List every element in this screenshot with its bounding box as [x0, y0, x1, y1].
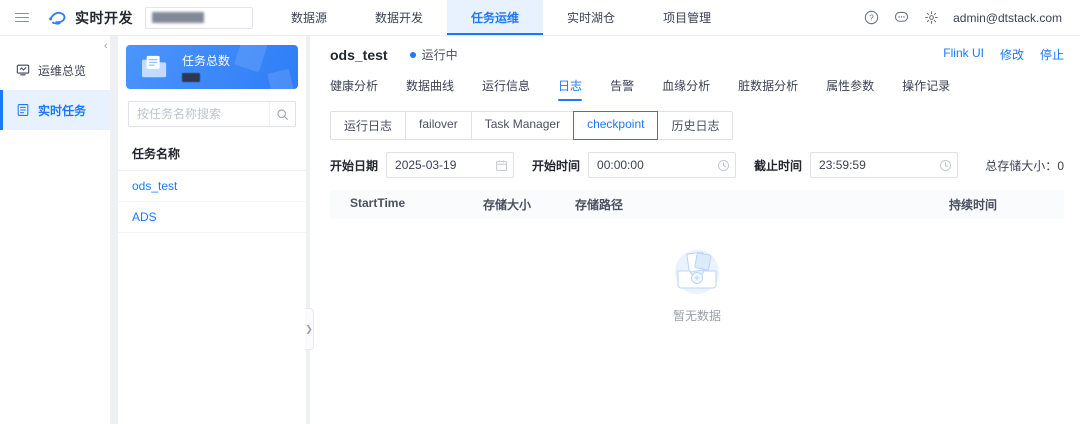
nav-item-task-ops[interactable]: 任务运维: [447, 0, 544, 35]
clock-icon: [933, 159, 957, 172]
task-row-ads[interactable]: ADS: [118, 202, 306, 233]
nav-item-datasource[interactable]: 数据源: [267, 0, 351, 35]
left-sidebar: 运维总览 实时任务: [0, 36, 110, 424]
app-title: 实时开发: [75, 9, 133, 26]
subtab-history-log[interactable]: 历史日志: [657, 111, 734, 140]
task-search-input[interactable]: [129, 107, 269, 121]
filter-bar: 开始日期 开始时间 截止时间: [330, 152, 1064, 178]
stop-link[interactable]: 停止: [1040, 46, 1064, 63]
tab-run-info[interactable]: 运行信息: [482, 77, 530, 101]
brand: 实时开发: [44, 0, 143, 35]
redacted-project-name: [152, 12, 204, 23]
end-time-input[interactable]: [811, 158, 934, 172]
modify-link[interactable]: 修改: [1000, 46, 1024, 63]
col-duration: 持续时间: [949, 198, 998, 212]
user-account[interactable]: admin@dtstack.com: [953, 11, 1062, 25]
start-time-label: 开始时间: [532, 158, 581, 173]
sidebar-item-label: 实时任务: [38, 103, 87, 118]
detail-tabs: 健康分析 数据曲线 运行信息 日志 告警 血缘分析 脏数据分析 属性参数 操作记…: [330, 77, 1064, 101]
clock-icon: [711, 159, 735, 172]
checkpoint-table-header: StartTime 存储大小 存储路径 持续时间: [330, 190, 1064, 219]
hamburger-bars: [15, 10, 29, 25]
message-icon[interactable]: [893, 10, 909, 26]
dtstack-logo-icon: [46, 7, 68, 29]
redacted-task-count: [182, 73, 200, 82]
sidebar-collapse-icon[interactable]: ‹: [104, 40, 108, 52]
flink-ui-link[interactable]: Flink UI: [943, 46, 984, 63]
sidebar-item-label: 运维总览: [38, 63, 87, 78]
status-text: 运行中: [421, 48, 458, 62]
col-starttime: StartTime: [350, 196, 406, 210]
total-storage-value: 0: [1057, 158, 1064, 173]
task-row-ods-test[interactable]: ods_test: [118, 171, 306, 202]
main-content: ods_test 运行中 Flink UI 修改 停止 健康分析 数据曲线 运行…: [310, 36, 1080, 424]
col-storage-path: 存储路径: [575, 198, 624, 212]
hamburger-menu-icon[interactable]: [0, 0, 44, 35]
svg-text:?: ?: [869, 13, 874, 22]
tab-data-curve[interactable]: 数据曲线: [406, 77, 454, 101]
subtab-run-log[interactable]: 运行日志: [330, 111, 407, 140]
project-select[interactable]: [145, 6, 253, 29]
sidebar-item-realtime-tasks[interactable]: 实时任务: [0, 90, 110, 130]
end-time-picker[interactable]: [810, 152, 959, 178]
start-date-label: 开始日期: [330, 158, 379, 173]
topbar-right: ? admin@dtstack.com: [863, 0, 1080, 35]
dashboard-icon: [16, 64, 30, 76]
status-dot-icon: [409, 51, 416, 58]
card-decoration: [267, 68, 295, 89]
settings-gear-icon[interactable]: [923, 10, 939, 26]
total-storage-label: 总存储大小：: [985, 158, 1058, 173]
main-nav: 数据源 数据开发 任务运维 实时湖仓 项目管理: [267, 0, 735, 35]
start-time-input[interactable]: [589, 158, 712, 172]
total-storage: 总存储大小：0: [985, 157, 1064, 174]
empty-state: 暂无数据: [330, 247, 1064, 324]
tab-lineage[interactable]: 血缘分析: [662, 77, 710, 101]
end-time-label: 截止时间: [754, 158, 803, 173]
header-actions: Flink UI 修改 停止: [943, 46, 1064, 63]
tab-alerts[interactable]: 告警: [610, 77, 634, 101]
task-detail-header: ods_test 运行中 Flink UI 修改 停止: [330, 46, 1064, 63]
start-date-picker[interactable]: [386, 152, 515, 178]
log-subtabs: 运行日志 failover Task Manager checkpoint 历史…: [330, 111, 1064, 140]
subtab-task-manager[interactable]: Task Manager: [470, 111, 575, 140]
top-navbar: 实时开发 数据源 数据开发 任务运维 实时湖仓 项目管理 ? admin@dts…: [0, 0, 1080, 36]
search-icon[interactable]: [269, 102, 295, 126]
task-total-label: 任务总数: [182, 54, 231, 68]
nav-item-data-develop[interactable]: 数据开发: [351, 0, 447, 35]
col-storage-size: 存储大小: [483, 198, 532, 212]
task-list-icon: [17, 104, 29, 116]
panel-collapse-handle[interactable]: ❯: [305, 308, 314, 350]
start-date-input[interactable]: [387, 158, 490, 172]
help-icon[interactable]: ?: [863, 10, 879, 26]
task-total-card[interactable]: 任务总数: [126, 45, 298, 89]
task-search-box: [128, 101, 296, 127]
task-list-header: 任务名称: [118, 137, 306, 171]
nav-item-realtime-lakehouse[interactable]: 实时湖仓: [543, 0, 639, 35]
sidebar-item-ops-overview[interactable]: 运维总览: [0, 50, 110, 90]
app-window: 实时开发 数据源 数据开发 任务运维 实时湖仓 项目管理 ? admin@dts…: [0, 0, 1080, 424]
nav-item-project-mgmt[interactable]: 项目管理: [639, 0, 735, 35]
tab-logs[interactable]: 日志: [558, 77, 583, 101]
tab-properties[interactable]: 属性参数: [826, 77, 874, 101]
page-body: 运维总览 实时任务 ‹ 任务总数 按任务名称搜索 任务名称 ods_test A…: [0, 36, 1080, 424]
calendar-icon: [489, 159, 513, 172]
tab-operation-log[interactable]: 操作记录: [902, 77, 950, 101]
empty-state-text: 暂无数据: [672, 309, 721, 323]
status-badge: 运行中: [409, 46, 458, 63]
subtab-failover[interactable]: failover: [405, 111, 472, 140]
card-texts: 任务总数: [182, 52, 230, 82]
start-time-picker[interactable]: [588, 152, 737, 178]
tab-dirty-data[interactable]: 脏数据分析: [738, 77, 798, 101]
subtab-checkpoint[interactable]: checkpoint: [573, 111, 659, 140]
folder-tasks-icon: [142, 55, 167, 78]
card-decoration: [234, 45, 268, 73]
task-list-panel: 任务总数 任务名称 ods_test ADS ❯: [118, 36, 314, 424]
tab-health-analysis[interactable]: 健康分析: [330, 77, 378, 101]
sidebar-divider: ‹: [104, 36, 118, 424]
task-title: ods_test: [330, 46, 388, 63]
no-data-illustration-icon: [675, 250, 719, 294]
